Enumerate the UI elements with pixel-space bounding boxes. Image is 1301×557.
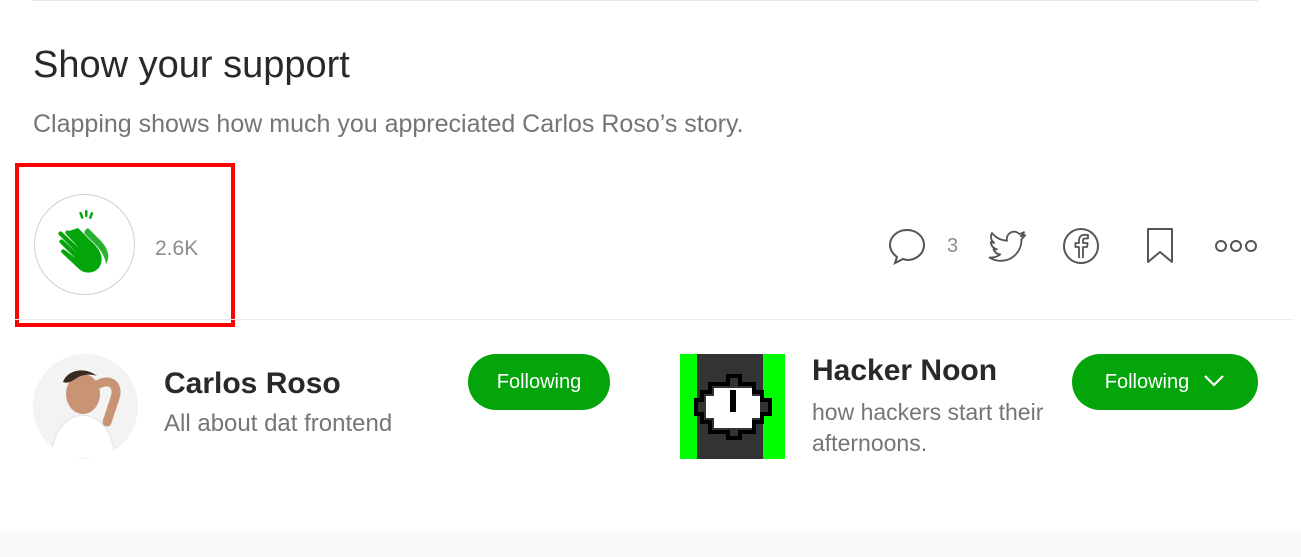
bookmark-icon	[1145, 227, 1175, 270]
publication-description: how hackers start their afternoons.	[812, 399, 1044, 456]
footer-band	[0, 531, 1301, 557]
more-options-button[interactable]	[1212, 234, 1260, 262]
clap-count: 2.6K	[155, 237, 199, 260]
author-avatar[interactable]	[33, 354, 138, 459]
follow-publication-label: Following	[1104, 370, 1190, 393]
chevron-down-icon	[1203, 371, 1225, 394]
follow-author-button[interactable]: Following	[468, 354, 610, 410]
support-subtitle: Clapping shows how much you appreciated …	[33, 110, 744, 138]
facebook-icon	[1062, 227, 1100, 270]
bookmark-button[interactable]	[1140, 227, 1180, 269]
comment-bubble-icon	[888, 227, 926, 270]
follow-author-label: Following	[496, 370, 582, 393]
responses-button[interactable]	[886, 227, 928, 269]
author-bio: All about dat frontend	[164, 410, 393, 437]
author-name[interactable]: Carlos Roso	[164, 367, 341, 401]
twitter-icon	[988, 229, 1028, 270]
clap-button[interactable]	[34, 194, 135, 295]
top-divider	[33, 0, 1258, 1]
responses-count: 3	[947, 235, 959, 257]
follow-publication-button[interactable]: Following	[1072, 354, 1258, 410]
publication-name[interactable]: Hacker Noon	[812, 354, 997, 388]
clap-hands-icon	[56, 210, 114, 279]
section-divider	[15, 319, 1294, 320]
share-twitter-button[interactable]	[987, 228, 1029, 270]
support-title: Show your support	[33, 44, 350, 86]
share-facebook-button[interactable]	[1060, 227, 1102, 269]
more-options-icon	[1214, 239, 1258, 258]
publication-logo[interactable]	[680, 354, 785, 459]
